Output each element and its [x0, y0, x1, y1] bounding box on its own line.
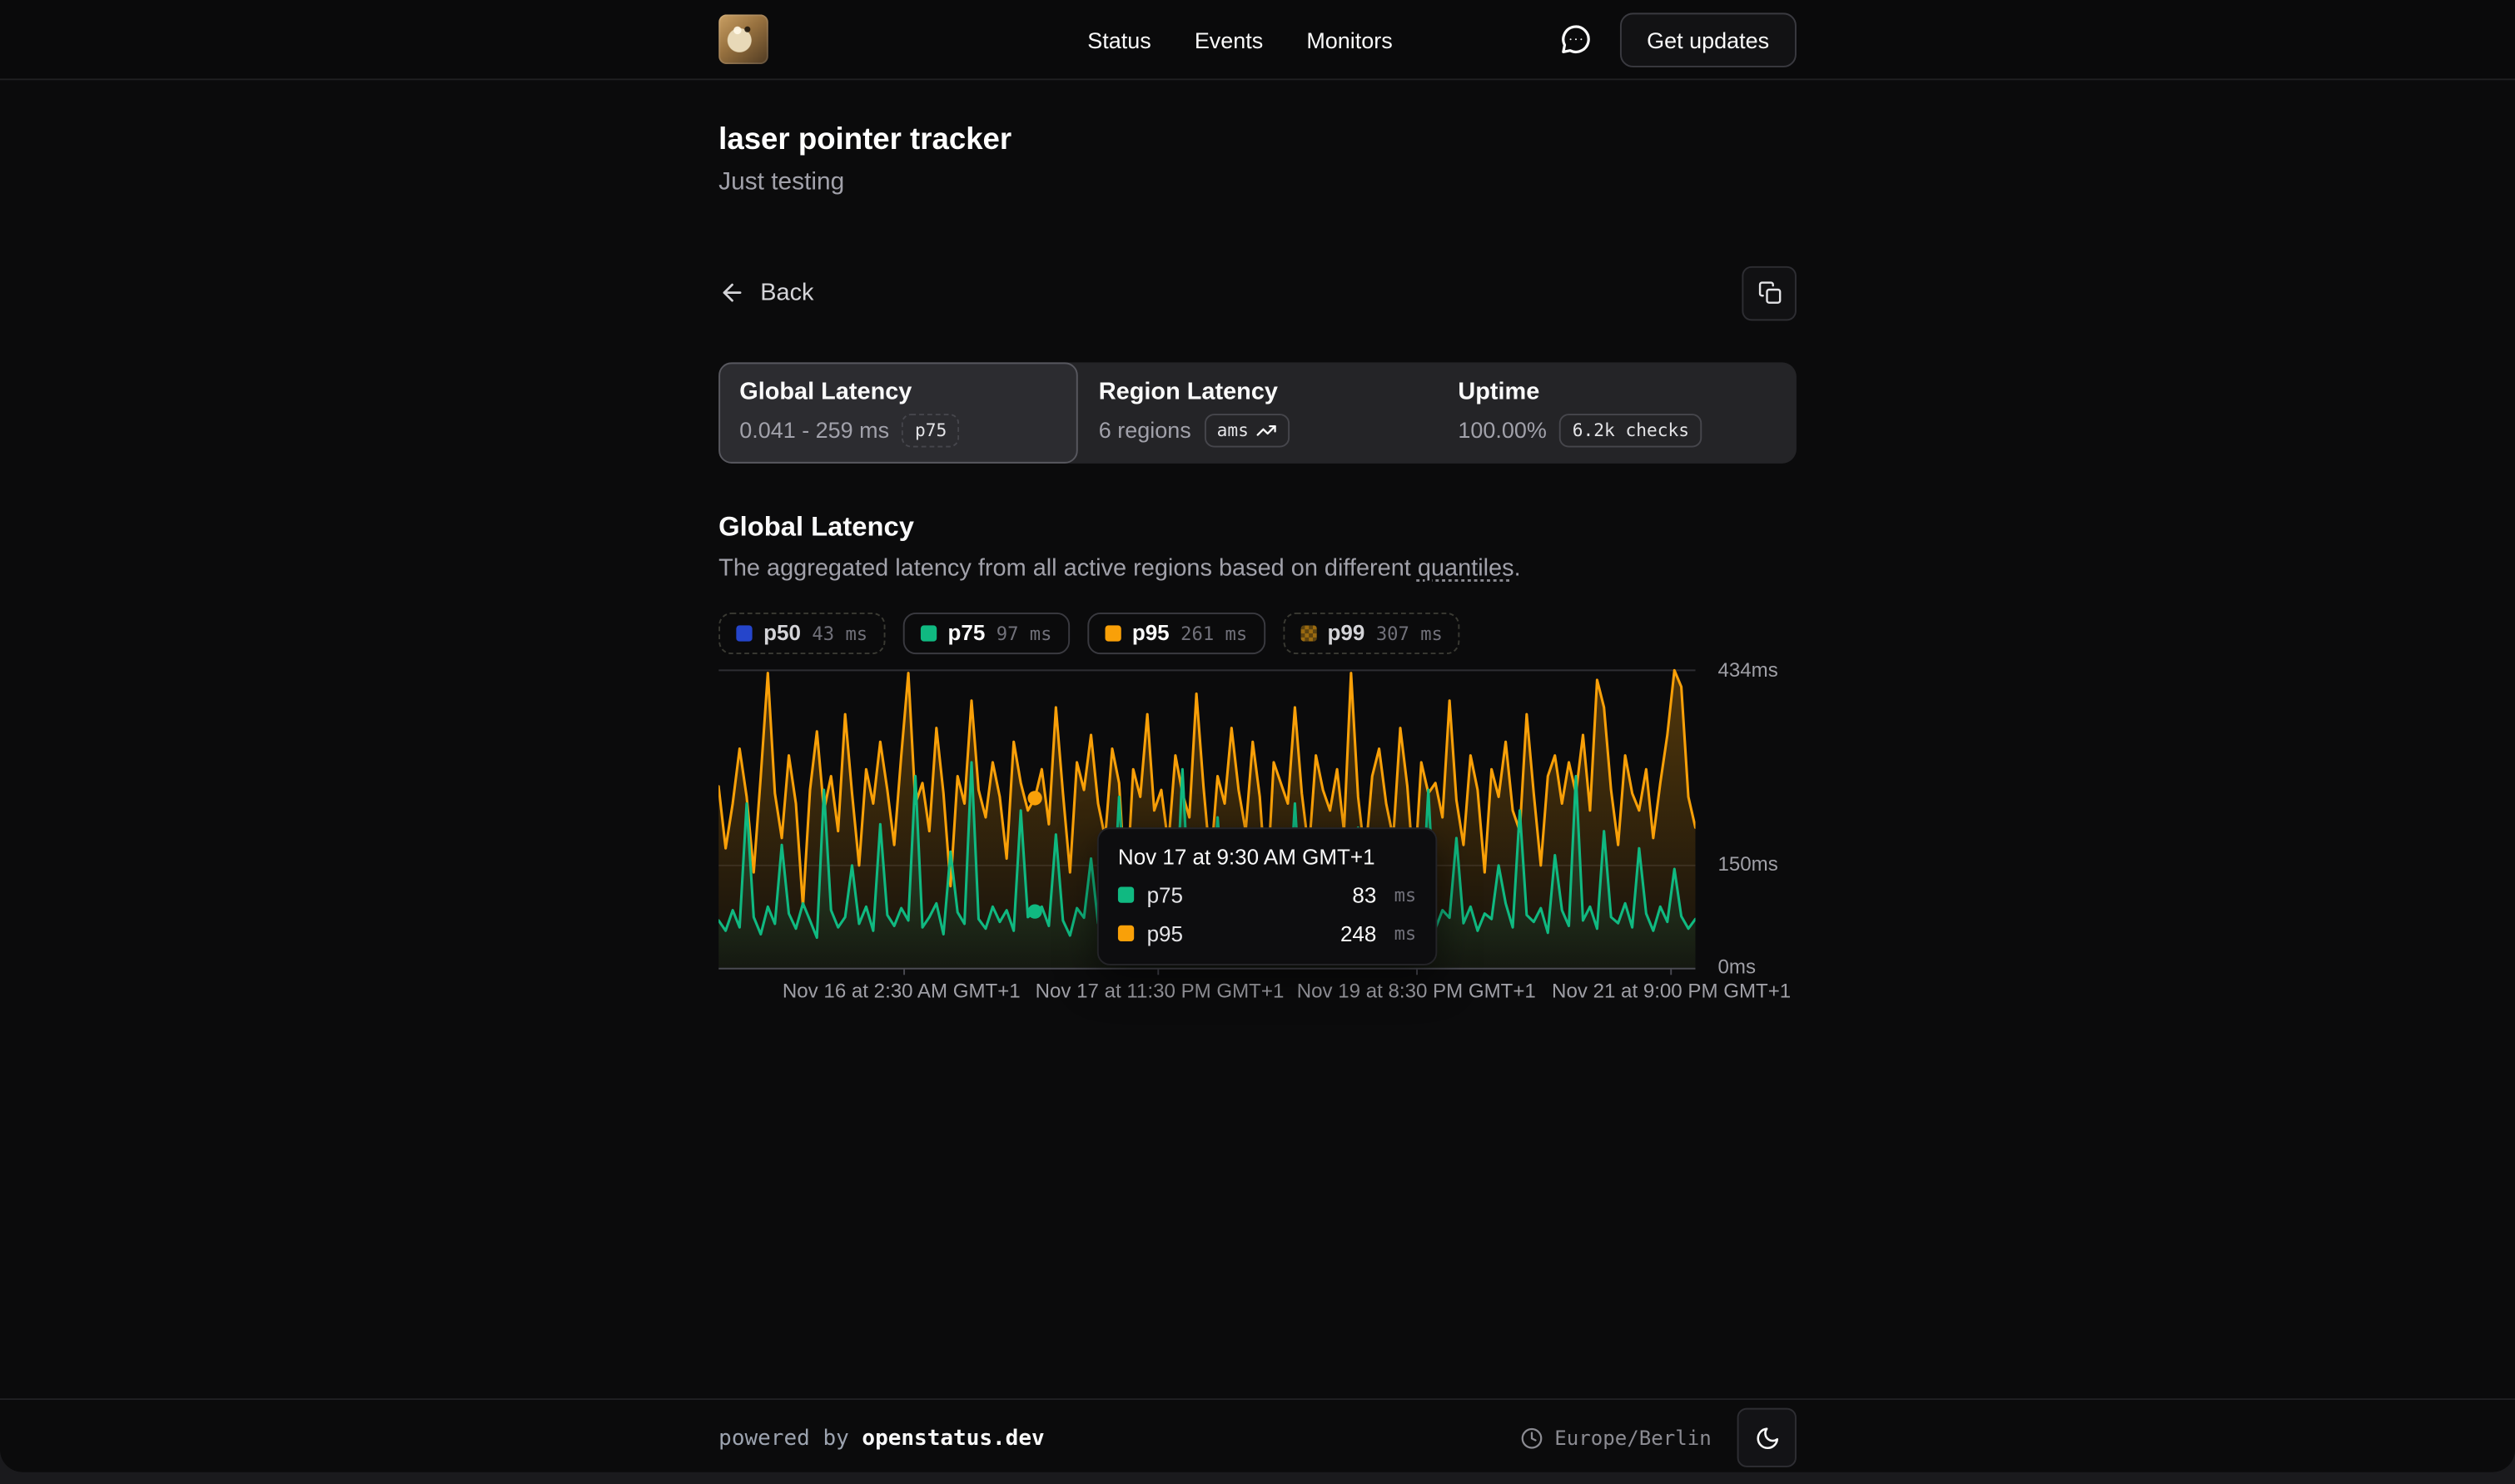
- viewport-scaler: Status Events Monitors Get updates: [0, 0, 2515, 1483]
- page-subtitle: Just testing: [718, 168, 1797, 197]
- x-tick-1: Nov 16 at 2:30 AM GMT+1: [783, 980, 1021, 1002]
- back-link[interactable]: Back: [718, 280, 813, 307]
- chart-legend: p50 43 ms p75 97 ms p95 261 ms: [718, 613, 1797, 654]
- metric-tabs: Global Latency 0.041 - 259 ms p75 Region…: [718, 362, 1797, 463]
- openstatus-link[interactable]: openstatus.dev: [862, 1425, 1044, 1451]
- section-title: Global Latency: [718, 511, 1797, 543]
- footer: powered by openstatus.dev Europe/Berlin: [0, 1398, 2515, 1472]
- tab-region-latency[interactable]: Region Latency 6 regions ams: [1078, 362, 1438, 463]
- p75-swatch: [921, 625, 937, 641]
- y-tick-mid: 150ms: [1717, 853, 1777, 876]
- chart-tooltip: Nov 17 at 9:30 AM GMT+1 p75 83ms p95: [1097, 827, 1437, 965]
- p99-swatch: [1300, 625, 1316, 641]
- quantiles-link[interactable]: quantiles: [1418, 554, 1514, 582]
- moon-icon: [1754, 1425, 1780, 1451]
- timezone: Europe/Berlin: [1521, 1426, 1712, 1450]
- back-row: Back: [718, 266, 1797, 320]
- nav-links: Status Events Monitors: [1087, 27, 1392, 52]
- legend-pill-p99[interactable]: p99 307 ms: [1283, 613, 1461, 654]
- region-badge: ams: [1204, 414, 1290, 447]
- latency-chart-area[interactable]: Nov 17 at 9:30 AM GMT+1 p75 83ms p95: [718, 660, 1695, 975]
- tooltip-p95-swatch: [1118, 926, 1134, 941]
- y-tick-max: 434ms: [1717, 658, 1777, 681]
- p95-swatch: [1105, 625, 1121, 641]
- legend-pill-p95[interactable]: p95 261 ms: [1087, 613, 1265, 654]
- p50-swatch: [736, 625, 752, 641]
- clock-icon: [1521, 1427, 1543, 1449]
- tooltip-row-p95: p95 248ms: [1118, 921, 1416, 945]
- section-description: The aggregated latency from all active r…: [718, 554, 1797, 582]
- x-tick-3: Nov 19 at 8:30 PM GMT+1: [1297, 980, 1536, 1002]
- tab-uptime-value: 100.00%: [1458, 417, 1547, 443]
- legend-pill-p75[interactable]: p75 97 ms: [903, 613, 1070, 654]
- tab-global-latency-value: 0.041 - 259 ms: [739, 417, 889, 443]
- x-tick-4: Nov 21 at 9:00 PM GMT+1: [1552, 980, 1791, 1002]
- trending-up-icon: [1257, 419, 1278, 440]
- x-axis-labels: Nov 16 at 2:30 AM GMT+1 Nov 17 at 11:30 …: [718, 980, 1797, 1005]
- tab-global-latency[interactable]: Global Latency 0.041 - 259 ms p75: [718, 362, 1078, 463]
- copy-link-button[interactable]: [1742, 266, 1797, 320]
- y-axis: 434ms 150ms 0ms: [1696, 660, 1797, 975]
- arrow-left-icon: [718, 280, 746, 307]
- tab-region-latency-value: 6 regions: [1099, 417, 1191, 443]
- feedback-chat-icon[interactable]: [1557, 20, 1595, 58]
- y-tick-zero: 0ms: [1717, 955, 1756, 978]
- nav-right: Get updates: [1557, 12, 1797, 67]
- page-title: laser pointer tracker: [718, 122, 1797, 160]
- latency-chart-block: Nov 17 at 9:30 AM GMT+1 p75 83ms p95: [718, 660, 1797, 975]
- tooltip-p75-swatch: [1118, 887, 1134, 903]
- nav-link-events[interactable]: Events: [1195, 27, 1263, 52]
- nav-link-status[interactable]: Status: [1087, 27, 1151, 52]
- copy-icon: [1757, 281, 1782, 305]
- legend-pill-p50[interactable]: p50 43 ms: [718, 613, 885, 654]
- tooltip-row-p75: p75 83ms: [1118, 883, 1416, 907]
- main-content: laser pointer tracker Just testing Back: [0, 80, 2515, 1398]
- p75-badge: p75: [902, 414, 960, 447]
- status-page: Status Events Monitors Get updates: [0, 0, 2515, 1472]
- theme-toggle-button[interactable]: [1737, 1408, 1797, 1467]
- logo-avatar[interactable]: [718, 14, 768, 64]
- nav-link-monitors[interactable]: Monitors: [1306, 27, 1392, 52]
- tab-uptime[interactable]: Uptime 100.00% 6.2k checks: [1437, 362, 1797, 463]
- checks-badge: 6.2k checks: [1559, 414, 1702, 447]
- get-updates-button[interactable]: Get updates: [1619, 12, 1796, 67]
- x-tick-2: Nov 17 at 11:30 PM GMT+1: [1036, 980, 1285, 1002]
- powered-by: powered by openstatus.dev: [718, 1425, 1045, 1451]
- top-nav: Status Events Monitors Get updates: [0, 0, 2515, 80]
